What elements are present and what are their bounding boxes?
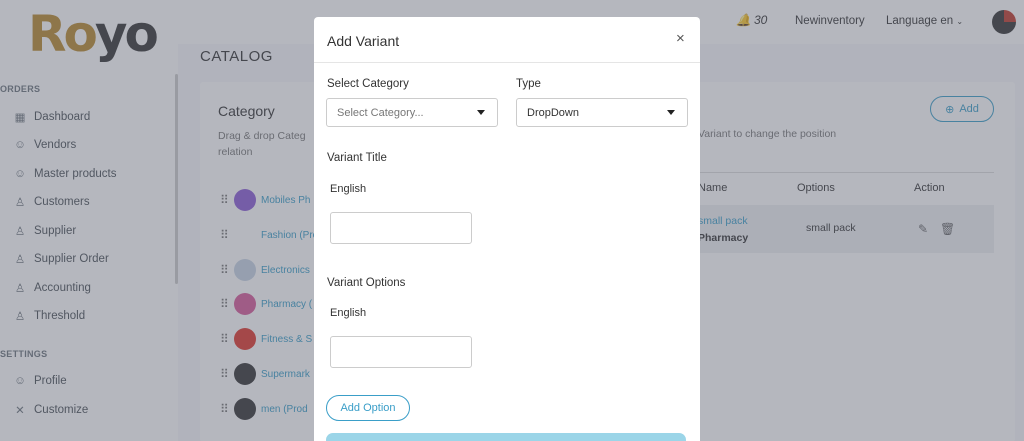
variant-title-label: Variant Title <box>327 152 387 164</box>
add-variant-modal: Add Variant × Select Category Select Cat… <box>314 17 700 441</box>
type-label: Type <box>516 78 541 90</box>
select-category-label: Select Category <box>327 78 409 90</box>
language-label-english: English <box>330 307 367 319</box>
submit-button[interactable] <box>326 433 686 441</box>
add-option-button[interactable]: Add Option <box>326 395 410 421</box>
modal-title: Add Variant <box>327 33 400 49</box>
variant-title-input[interactable] <box>330 212 472 244</box>
variant-option-input[interactable] <box>330 336 472 368</box>
select-category-dropdown[interactable]: Select Category... <box>326 98 498 127</box>
caret-down-icon <box>477 110 485 115</box>
language-label-english: English <box>330 183 367 195</box>
variant-options-label: Variant Options <box>327 277 406 289</box>
close-icon[interactable]: × <box>676 30 685 47</box>
caret-down-icon <box>667 110 675 115</box>
modal-header: Add Variant × <box>314 17 700 63</box>
type-dropdown[interactable]: DropDown <box>516 98 688 127</box>
